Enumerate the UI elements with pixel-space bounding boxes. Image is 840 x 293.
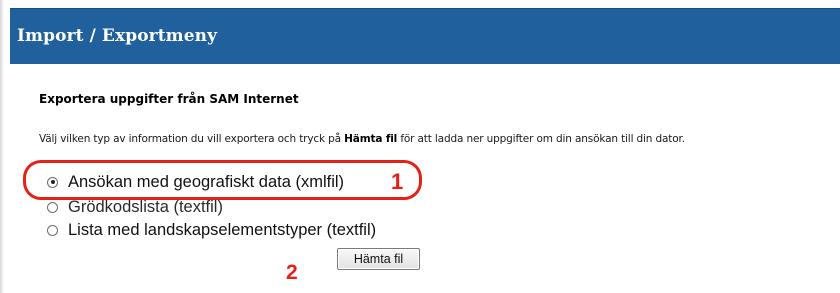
page-header: Import / Exportmeny [10, 8, 840, 64]
instructions-text-start: Välj vilken typ av information du vill e… [39, 133, 345, 145]
option-label-grodkodslista: Grödkodslista (textfil) [68, 197, 223, 216]
fetch-file-button[interactable]: Hämta fil [337, 248, 420, 270]
export-instructions: Välj vilken typ av information du vill e… [39, 133, 839, 145]
option-landskapselement[interactable]: Lista med landskapselementstyper (textfi… [47, 219, 376, 241]
page-title: Import / Exportmeny [17, 26, 218, 46]
annotation-marker-2: 2 [286, 261, 298, 284]
option-label-landskapselement: Lista med landskapselementstyper (textfi… [68, 220, 377, 239]
annotation-highlight-ellipse [23, 160, 422, 200]
instructions-text-end: för att ladda ner uppgifter om din ansök… [397, 133, 685, 145]
instructions-button-reference: Hämta fil [344, 133, 398, 145]
annotation-marker-1: 1 [391, 169, 404, 194]
radio-grodkodslista[interactable] [47, 201, 58, 213]
radio-landskapselement[interactable] [47, 224, 58, 236]
window-left-edge [0, 0, 4, 293]
export-section-title: Exportera uppgifter från SAM Internet [39, 92, 299, 106]
